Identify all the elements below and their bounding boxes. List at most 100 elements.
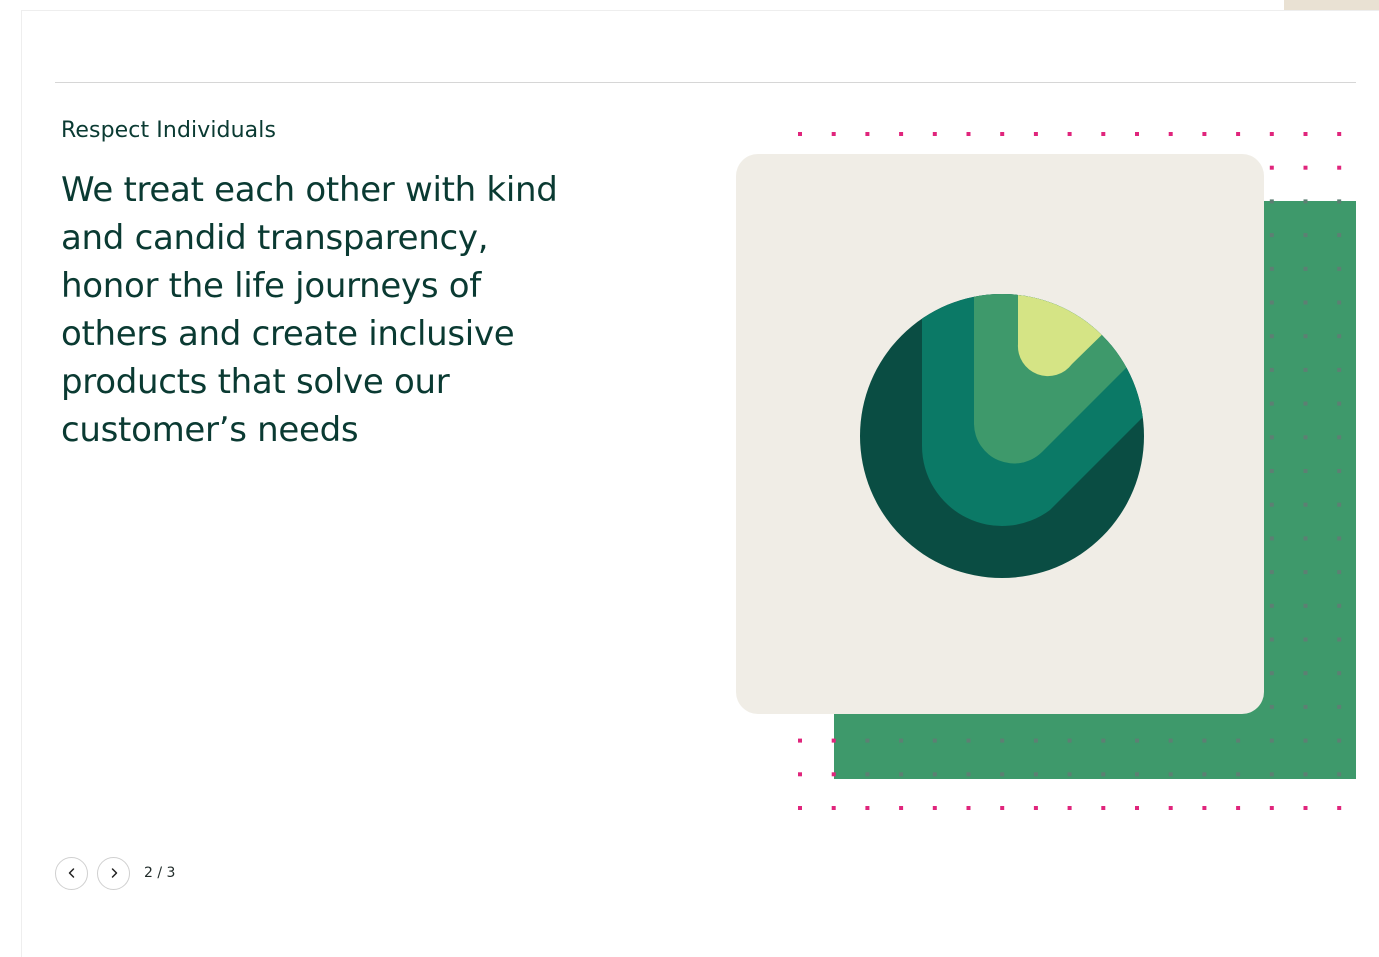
decor-dot [1168, 738, 1173, 743]
decor-dot [1135, 132, 1139, 136]
decor-dot [1303, 704, 1308, 709]
decor-dot [1168, 806, 1173, 810]
decor-dot [1269, 334, 1274, 339]
decor-dot [932, 738, 937, 743]
decor-dot [1202, 772, 1207, 777]
decor-dot [1269, 671, 1274, 676]
decor-dot [1337, 266, 1342, 271]
decor-dot [1303, 435, 1308, 440]
decor-dot [1033, 132, 1038, 136]
decor-dot [966, 772, 971, 777]
decor-dot [1067, 806, 1072, 810]
decor-dot [1269, 300, 1274, 305]
decor-dot [1202, 132, 1207, 136]
carousel-pager: 2 / 3 [55, 856, 175, 890]
decor-dot [1337, 502, 1342, 507]
decor-dot [1236, 132, 1241, 136]
decor-dot [831, 132, 836, 136]
chevron-right-icon [111, 868, 117, 878]
decor-dot [1337, 603, 1342, 608]
decor-dot [1202, 806, 1207, 810]
decor-dot [1269, 233, 1274, 238]
next-slide-button[interactable] [97, 856, 130, 890]
decor-dot [1303, 738, 1308, 743]
decor-dot [1303, 806, 1308, 810]
decor-dot [1135, 738, 1139, 743]
decor-dot [932, 806, 937, 810]
decor-dot [1269, 637, 1274, 642]
decor-dot [932, 772, 937, 777]
decor-dot [899, 806, 904, 810]
decor-dot [1269, 132, 1274, 136]
chevron-left-icon [68, 868, 74, 878]
decor-dot [1337, 132, 1342, 136]
decor-dot [1101, 806, 1106, 810]
values-carousel: Respect Individuals We treat each other … [0, 0, 1379, 957]
decor-dot [865, 806, 870, 810]
decor-dot [1337, 637, 1342, 642]
decor-dot [1269, 401, 1274, 406]
decor-dot [932, 132, 937, 136]
decor-dot [1135, 806, 1139, 810]
decor-dot [1337, 704, 1342, 709]
decor-dot [1337, 165, 1342, 170]
decor-dot [1101, 772, 1106, 777]
decor-dot [865, 772, 870, 777]
decor-dot [1168, 132, 1173, 136]
decor-dot [1236, 772, 1241, 777]
decor-dot [1303, 637, 1308, 642]
decor-dot [1337, 738, 1342, 743]
decor-dot [831, 772, 836, 777]
decor-dot [1303, 199, 1308, 204]
decor-dot [1303, 266, 1308, 271]
decor-dot [966, 738, 971, 743]
decor-dot [1269, 435, 1274, 440]
decor-dot [1303, 671, 1308, 676]
decor-dot [1067, 738, 1072, 743]
decor-dot [798, 738, 802, 743]
decor-dot [1337, 570, 1342, 575]
decor-dot [1269, 367, 1274, 372]
decor-dot [966, 132, 971, 136]
decor-dot [1337, 401, 1342, 406]
decor-dot [1269, 165, 1274, 170]
decor-dot [1337, 536, 1342, 541]
decor-dot [1303, 233, 1308, 238]
corner-swatch [1284, 0, 1379, 10]
left-border [21, 10, 22, 957]
decor-dot [899, 132, 904, 136]
decor-dot [798, 772, 802, 777]
decor-dot [1236, 738, 1241, 743]
decor-dot [1303, 536, 1308, 541]
decor-dot [1033, 738, 1038, 743]
decor-dot [1202, 738, 1207, 743]
slide-counter: 2 / 3 [144, 865, 176, 881]
decor-dot [865, 738, 870, 743]
decor-dot [1000, 132, 1005, 136]
decor-dot [1000, 772, 1005, 777]
decor-dot [1303, 570, 1308, 575]
slide-eyebrow: Respect Individuals [61, 118, 277, 143]
decor-dot [1168, 772, 1173, 777]
decor-dot [1236, 806, 1241, 810]
decor-dot [831, 806, 836, 810]
decor-dot [1303, 772, 1308, 777]
decor-dot [1337, 671, 1342, 676]
decor-dot [1067, 132, 1072, 136]
decor-dot [1269, 806, 1274, 810]
decor-dot [1337, 469, 1342, 473]
decor-dot [1269, 536, 1274, 541]
decor-dot [1303, 334, 1308, 339]
prev-slide-button[interactable] [55, 856, 88, 890]
decor-dot [865, 132, 870, 136]
decor-dot [1101, 132, 1106, 136]
decor-dot [1269, 502, 1274, 507]
decor-dot [1269, 199, 1274, 204]
decor-dot [1101, 738, 1106, 743]
decor-dot [1269, 266, 1274, 271]
illustration-svg [736, 132, 1356, 810]
decor-dot [1000, 806, 1005, 810]
decor-dot [1303, 300, 1308, 305]
decor-dot [1337, 300, 1342, 305]
decor-dot [1303, 603, 1308, 608]
